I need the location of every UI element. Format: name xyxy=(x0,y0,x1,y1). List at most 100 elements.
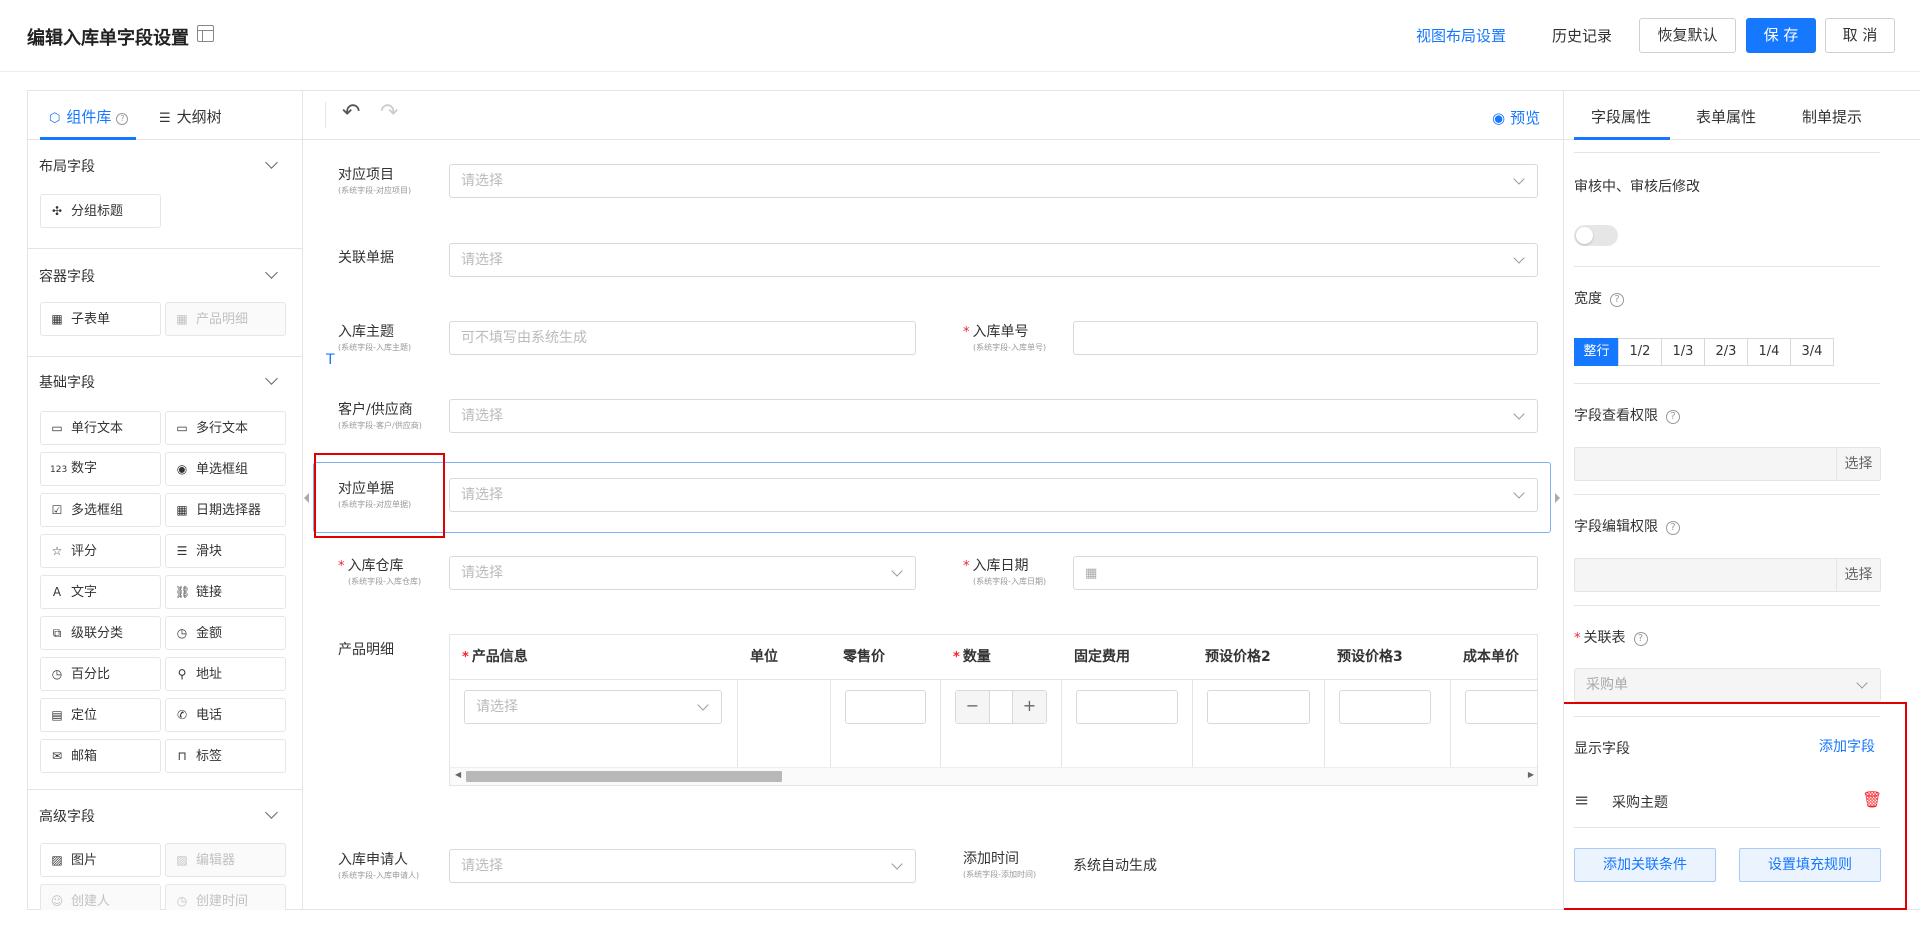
cost-price-input[interactable] xyxy=(1465,690,1537,724)
divider xyxy=(27,789,302,790)
restore-default-button[interactable]: 恢复默认 xyxy=(1639,18,1736,53)
help-icon[interactable]: ? xyxy=(1610,293,1624,307)
eye-icon: ◉ xyxy=(1492,109,1506,127)
section-title-layout: 布局字段 xyxy=(39,159,95,175)
field-label-date: * 入库日期 xyxy=(963,558,1029,574)
chevron-down-icon[interactable] xyxy=(265,806,278,819)
tab-form-hints[interactable]: 制单提示 xyxy=(1802,106,1862,127)
chevron-down-icon[interactable] xyxy=(265,266,278,279)
date-picker[interactable]: ▦ xyxy=(1073,556,1538,590)
customer-select[interactable]: 请选择 xyxy=(449,399,1538,433)
component-locate[interactable]: ▤ 定位 xyxy=(40,698,161,732)
component-checkbox-group[interactable]: ☑ 多选框组 xyxy=(40,493,161,527)
component-phone[interactable]: ✆ 电话 xyxy=(165,698,286,732)
component-text[interactable]: A 文字 xyxy=(40,575,161,609)
cube-icon: ⬡ xyxy=(49,111,61,126)
section-title-advanced: 高级字段 xyxy=(39,809,95,825)
component-amount[interactable]: ◷ 金额 xyxy=(165,616,286,650)
clock-icon: ◷ xyxy=(176,894,188,908)
subject-input[interactable]: 可不填写由系统生成 xyxy=(449,321,916,355)
component-product-detail: ▦ 产品明细 xyxy=(165,302,286,336)
help-icon[interactable]: ? xyxy=(1666,521,1680,535)
edit-perm-label: 字段编辑权限? xyxy=(1574,516,1680,536)
preset-price2-input[interactable] xyxy=(1207,690,1310,724)
view-layout-link[interactable]: 视图布局设置 xyxy=(1416,25,1506,46)
help-icon[interactable]: ? xyxy=(1666,410,1680,424)
project-select[interactable]: 请选择 xyxy=(449,164,1538,198)
chevron-down-icon[interactable] xyxy=(265,156,278,169)
undo-icon[interactable]: ↶ xyxy=(342,100,360,125)
fixed-cost-input[interactable] xyxy=(1076,690,1178,724)
minus-button[interactable]: − xyxy=(956,691,990,723)
retail-price-input[interactable] xyxy=(845,690,926,724)
plus-button[interactable]: + xyxy=(1012,691,1046,723)
edit-after-review-toggle[interactable] xyxy=(1574,225,1618,246)
component-rating[interactable]: ☆ 评分 xyxy=(40,534,161,568)
view-perm-input[interactable]: 选择 xyxy=(1574,447,1881,481)
scroll-left-icon[interactable]: ◀ xyxy=(455,770,461,779)
edit-perm-select-button[interactable]: 选择 xyxy=(1836,559,1880,591)
relation-table-select[interactable]: 采购单 xyxy=(1574,668,1881,702)
chevron-down-icon[interactable] xyxy=(265,372,278,385)
tab-outline-tree[interactable]: ☰ 大纲树 xyxy=(159,106,222,127)
component-slider[interactable]: ☰ 滑块 xyxy=(165,534,286,568)
width-option-half[interactable]: 1/2 xyxy=(1618,338,1662,366)
component-date-picker[interactable]: ▦ 日期选择器 xyxy=(165,493,286,527)
component-image[interactable]: ▨ 图片 xyxy=(40,843,161,877)
scroll-right-icon[interactable]: ▶ xyxy=(1528,770,1534,779)
edit-perm-input[interactable]: 选择 xyxy=(1574,558,1881,592)
width-option-third[interactable]: 1/3 xyxy=(1661,338,1705,366)
related-doc-select[interactable]: 请选择 xyxy=(449,243,1538,277)
preset-price3-input[interactable] xyxy=(1339,690,1431,724)
column-header: 预设价格2 xyxy=(1193,635,1325,679)
component-radio-group[interactable]: ◉ 单选框组 xyxy=(165,452,286,486)
redo-icon[interactable]: ↷ xyxy=(380,100,398,125)
component-percent[interactable]: ◷ 百分比 xyxy=(40,657,161,691)
scrollbar-thumb[interactable] xyxy=(466,771,782,782)
highlight-box-display-fields xyxy=(1564,702,1907,910)
layout-icon[interactable] xyxy=(197,25,214,42)
chevron-down-icon xyxy=(1856,677,1868,689)
document-select[interactable]: 请选择 xyxy=(449,478,1538,512)
width-option-three-quarters[interactable]: 3/4 xyxy=(1790,338,1834,366)
help-icon[interactable]: ? xyxy=(1633,632,1648,646)
component-number[interactable]: 123 数字 xyxy=(40,452,161,486)
order-number-input[interactable] xyxy=(1073,321,1538,355)
tab-form-properties[interactable]: 表单属性 xyxy=(1696,106,1756,127)
chevron-down-icon xyxy=(891,565,903,577)
amount-icon: ◷ xyxy=(176,626,188,640)
tab-field-properties[interactable]: 字段属性 xyxy=(1591,106,1651,127)
component-email[interactable]: ✉ 邮箱 xyxy=(40,739,161,773)
history-link[interactable]: 历史记录 xyxy=(1552,25,1612,46)
component-single-text[interactable]: ▭ 单行文本 xyxy=(40,411,161,445)
view-perm-label: 字段查看权限? xyxy=(1574,405,1680,425)
product-info-select[interactable]: 请选择 xyxy=(464,690,722,724)
table-scrollbar[interactable]: ◀ ▶ xyxy=(450,767,1537,785)
save-button[interactable]: 保 存 xyxy=(1746,18,1816,53)
cancel-button[interactable]: 取 消 xyxy=(1825,18,1895,53)
width-option-quarter[interactable]: 1/4 xyxy=(1747,338,1791,366)
view-perm-select-button[interactable]: 选择 xyxy=(1836,448,1880,480)
applicant-select[interactable]: 请选择 xyxy=(449,849,916,883)
phone-icon: ✆ xyxy=(176,708,188,722)
component-subform[interactable]: ▦ 子表单 xyxy=(40,302,161,336)
field-sub-warehouse: (系统字段-入库仓库) xyxy=(348,577,422,586)
quantity-stepper[interactable]: − + xyxy=(955,690,1047,724)
component-group-title[interactable]: ✣ 分组标题 xyxy=(40,194,161,228)
document-icon: ▤ xyxy=(51,708,63,722)
tab-component-library[interactable]: ⬡ 组件库? xyxy=(49,106,129,127)
input-icon: ▭ xyxy=(51,421,63,435)
field-sub-date: (系统字段-入库日期) xyxy=(973,577,1047,586)
column-header: 预设价格3 xyxy=(1325,635,1451,679)
column-header: 零售价 xyxy=(831,635,941,679)
component-cascade[interactable]: ⧉ 级联分类 xyxy=(40,616,161,650)
component-tag[interactable]: ⊓ 标签 xyxy=(165,739,286,773)
preview-button[interactable]: ◉ 预览 xyxy=(1492,107,1540,128)
width-option-full[interactable]: 整行 xyxy=(1574,338,1619,366)
component-multi-text[interactable]: ▭ 多行文本 xyxy=(165,411,286,445)
component-link[interactable]: ⛓ 链接 xyxy=(165,575,286,609)
chevron-down-icon xyxy=(1513,408,1525,420)
warehouse-select[interactable]: 请选择 xyxy=(449,556,916,590)
width-option-two-thirds[interactable]: 2/3 xyxy=(1704,338,1748,366)
component-address[interactable]: ⚲ 地址 xyxy=(165,657,286,691)
